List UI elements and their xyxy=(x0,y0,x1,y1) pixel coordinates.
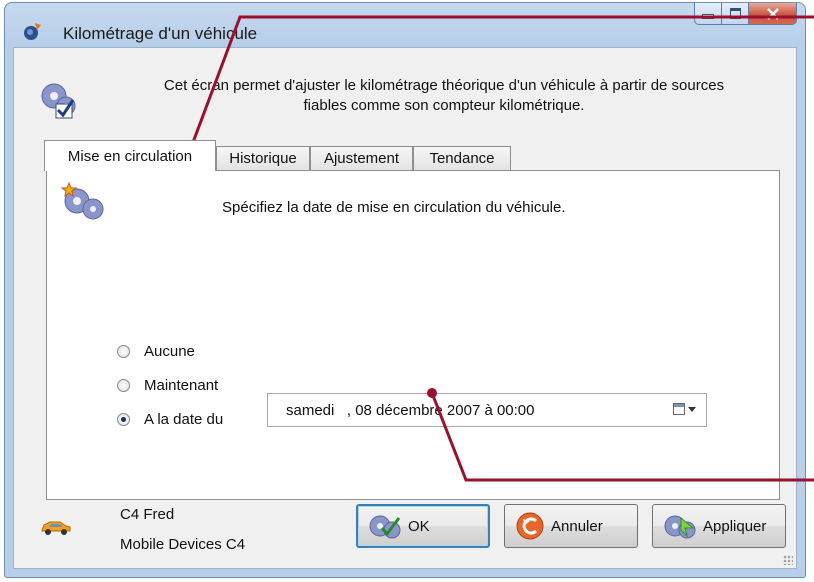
date-value[interactable]: samedi , 08 décembre 2007 à 00:00 xyxy=(286,402,535,419)
radio-aucune[interactable]: Aucune xyxy=(117,343,195,360)
radio-label: A la date du xyxy=(144,411,224,428)
resize-grip[interactable] xyxy=(783,555,793,565)
radio-label: Aucune xyxy=(144,343,195,360)
radio-button[interactable] xyxy=(117,345,130,358)
dialog-window: Kilométrage d'un véhicule Cet écran perm… xyxy=(4,2,806,578)
tab-label: Ajustement xyxy=(323,150,400,167)
description-line-2: fiables comme son compteur kilométrique. xyxy=(303,97,585,114)
tab-panel: Spécifiez la date de mise en circulation… xyxy=(46,170,780,500)
gears-star-icon xyxy=(61,181,104,220)
dialog-client-area: Cet écran permet d'ajuster le kilométrag… xyxy=(13,47,797,569)
vehicle-device: Mobile Devices C4 xyxy=(120,536,246,553)
radio-a-la-date-du[interactable]: A la date du xyxy=(117,411,223,428)
ok-button[interactable]: OK xyxy=(356,504,490,548)
panel-instruction: Spécifiez la date de mise en circulation… xyxy=(222,199,566,216)
car-icon xyxy=(41,521,71,535)
maximize-button[interactable] xyxy=(722,3,749,25)
dialog-description: Cet écran permet d'ajuster le kilométrag… xyxy=(104,76,784,116)
minimize-icon xyxy=(702,14,714,19)
tab-label: Mise en circulation xyxy=(67,147,193,165)
minimize-button[interactable] xyxy=(694,3,722,25)
app-icon xyxy=(24,23,41,40)
calendar-icon xyxy=(673,403,685,415)
cancel-icon xyxy=(516,512,544,540)
radio-button[interactable] xyxy=(117,379,130,392)
tab-historique[interactable]: Historique xyxy=(216,146,310,170)
ok-label: OK xyxy=(408,517,430,535)
maximize-icon xyxy=(729,8,741,19)
chevron-down-icon xyxy=(688,406,696,412)
tab-tendance[interactable]: Tendance xyxy=(413,146,511,170)
tab-ajustement[interactable]: Ajustement xyxy=(310,146,413,170)
radio-label: Maintenant xyxy=(144,377,219,394)
apply-icon xyxy=(664,515,696,539)
radio-maintenant[interactable]: Maintenant xyxy=(117,377,218,394)
tab-mise-en-circulation[interactable]: Mise en circulation xyxy=(44,140,216,171)
tab-label: Tendance xyxy=(429,150,495,167)
cancel-label: Annuler xyxy=(551,517,603,535)
ok-icon xyxy=(369,515,401,539)
title-bar[interactable]: Kilométrage d'un véhicule xyxy=(5,3,805,47)
window-title: Kilométrage d'un véhicule xyxy=(63,24,258,43)
cancel-button[interactable]: Annuler xyxy=(504,504,638,548)
close-icon xyxy=(766,7,779,20)
radio-button[interactable] xyxy=(117,413,130,426)
date-picker[interactable]: samedi , 08 décembre 2007 à 00:00 xyxy=(267,393,707,427)
window-controls xyxy=(694,3,797,27)
gears-check-icon xyxy=(41,83,76,119)
calendar-dropdown-button[interactable] xyxy=(673,403,696,415)
description-line-1: Cet écran permet d'ajuster le kilométrag… xyxy=(163,77,725,94)
close-button[interactable] xyxy=(749,3,797,25)
apply-button[interactable]: Appliquer xyxy=(652,504,786,548)
tab-label: Historique xyxy=(229,150,297,167)
vehicle-name: C4 Fred xyxy=(120,506,175,523)
apply-label: Appliquer xyxy=(703,517,767,535)
